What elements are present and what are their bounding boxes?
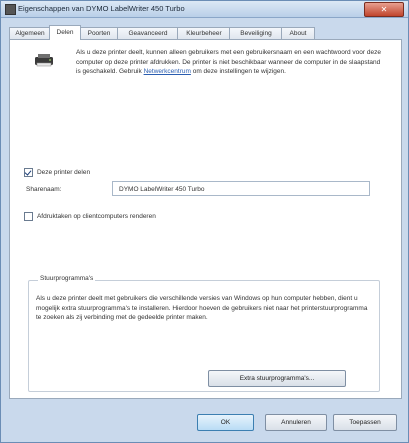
tab-geavanceerd[interactable]: Geavanceerd xyxy=(117,27,179,39)
tab-beveiliging[interactable]: Beveiliging xyxy=(229,27,283,39)
ok-button[interactable]: OK xyxy=(197,414,254,431)
share-printer-label: Deze printer delen xyxy=(36,169,91,176)
render-client-label: Afdruktaken op clientcomputers renderen xyxy=(36,213,156,220)
share-name-input[interactable]: DYMO LabelWriter 450 Turbo xyxy=(112,181,370,196)
title-bar[interactable]: Eigenschappen van DYMO LabelWriter 450 T… xyxy=(1,1,408,18)
tab-kleurbeheer[interactable]: Kleurbeheer xyxy=(177,27,231,39)
share-name-label: Sharenaam: xyxy=(26,186,62,193)
render-client-checkbox[interactable] xyxy=(24,212,33,221)
sharing-info-text: Als u deze printer deelt, kunnen alleen … xyxy=(76,48,381,77)
properties-dialog: Eigenschappen van DYMO LabelWriter 450 T… xyxy=(0,0,409,443)
close-button[interactable]: ✕ xyxy=(364,2,404,17)
drivers-info-text: Als u deze printer deelt met gebruikers … xyxy=(36,295,368,321)
printer-title-icon xyxy=(5,4,16,15)
window-title: Eigenschappen van DYMO LabelWriter 450 T… xyxy=(18,4,185,13)
tab-about[interactable]: About xyxy=(281,27,315,39)
cancel-button[interactable]: Annuleren xyxy=(265,414,327,431)
tab-strip: Algemeen Delen Poorten Geavanceerd Kleur… xyxy=(9,25,402,40)
drivers-group-title: Stuurprogramma's xyxy=(38,275,96,282)
tab-delen[interactable]: Delen xyxy=(49,25,81,40)
sharing-info-tail: om deze instellingen te wijzigen. xyxy=(192,68,286,75)
tab-algemeen[interactable]: Algemeen xyxy=(9,27,51,39)
share-printer-option[interactable]: Deze printer delen xyxy=(24,168,90,177)
sharing-panel: Als u deze printer deelt, kunnen alleen … xyxy=(9,39,402,399)
additional-drivers-button[interactable]: Extra stuurprogramma's... xyxy=(208,370,346,387)
apply-button[interactable]: Toepassen xyxy=(333,414,397,431)
render-client-option[interactable]: Afdruktaken op clientcomputers renderen xyxy=(24,212,156,221)
tab-poorten[interactable]: Poorten xyxy=(79,27,119,39)
share-printer-checkbox[interactable] xyxy=(24,168,33,177)
printer-icon xyxy=(35,54,53,67)
network-center-link[interactable]: Netwerkcentrum xyxy=(144,68,191,75)
